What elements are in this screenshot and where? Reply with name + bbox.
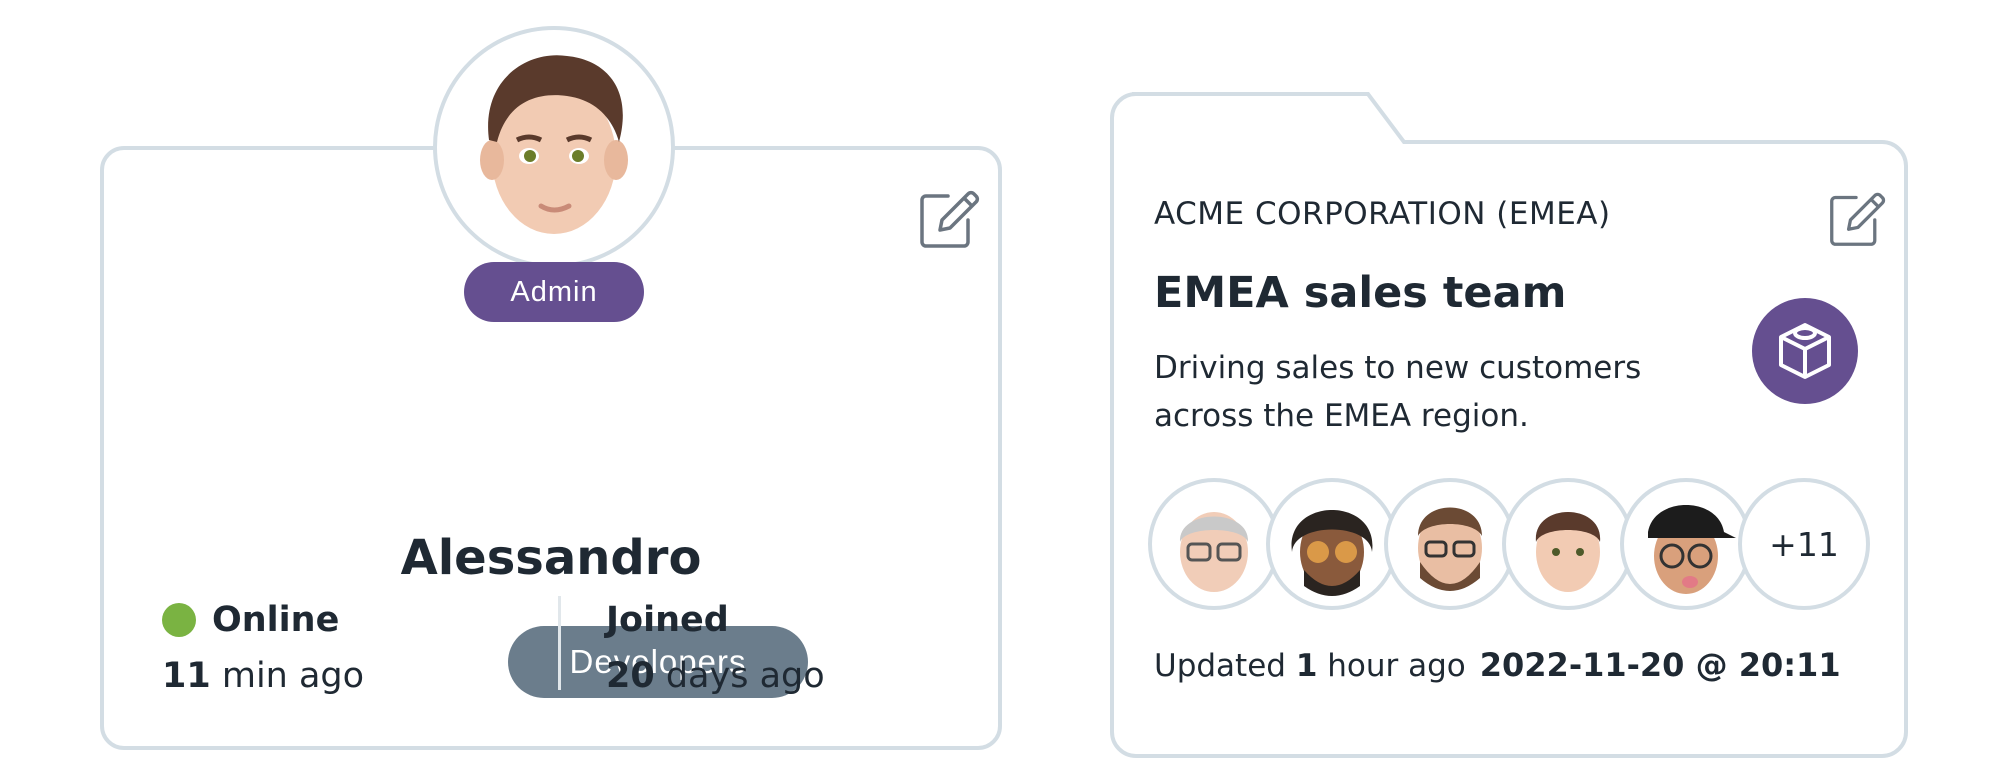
role-badge: Admin (464, 262, 644, 322)
member-avatar[interactable] (1266, 478, 1398, 610)
memoji-avatar-icon (1291, 510, 1373, 596)
team-members: +11 (1148, 478, 1870, 614)
member-avatar[interactable] (1620, 478, 1752, 610)
team-description: Driving sales to new customers across th… (1154, 350, 1642, 434)
memoji-avatar-icon (1418, 507, 1482, 591)
team-title[interactable]: EMEA sales team (1154, 268, 1566, 318)
memoji-avatar-icon (1535, 512, 1601, 592)
memoji-avatar-icon (480, 55, 628, 234)
memoji-avatar-icon (1648, 505, 1736, 594)
organization-name: ACME CORPORATION (EMEA) (1154, 196, 1611, 232)
member-avatar[interactable] (1384, 478, 1516, 610)
memoji-avatar-icon (1179, 512, 1249, 592)
more-members-count[interactable]: +11 (1738, 478, 1870, 610)
team-icon-badge (1752, 298, 1858, 404)
user-avatar[interactable] (433, 26, 675, 268)
edit-team-button[interactable] (1824, 186, 1890, 252)
updated-info: Updated 1 hour ago 2022-11-20 @ 20:11 (1154, 646, 1841, 684)
member-avatar[interactable] (1502, 478, 1634, 610)
updated-timestamp: 2022-11-20 @ 20:11 (1479, 646, 1841, 684)
member-avatar[interactable] (1148, 478, 1280, 610)
edit-icon (1830, 192, 1886, 246)
package-icon (1779, 323, 1831, 379)
